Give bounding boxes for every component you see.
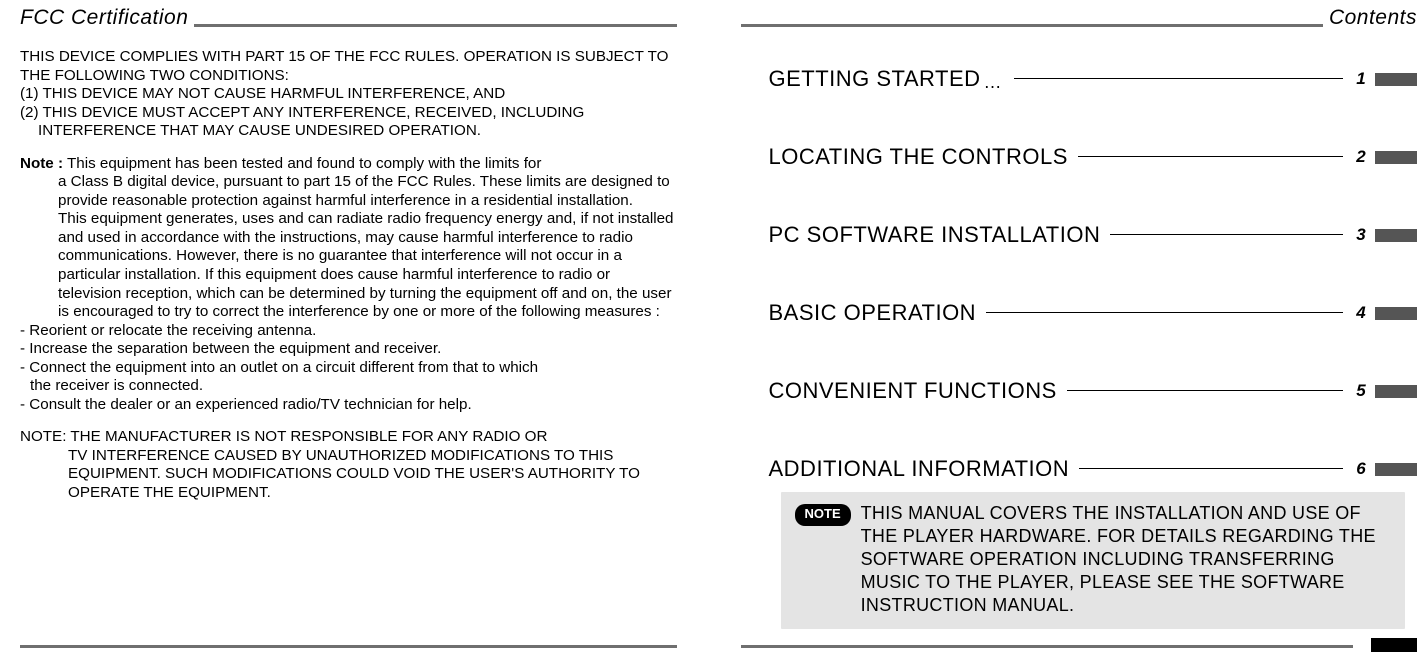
toc-tab-icon: [1375, 229, 1417, 242]
toc-right-group: 3: [1351, 225, 1417, 245]
fcc-note-line1: This equipment has been tested and found…: [67, 155, 541, 172]
toc-tab-icon: [1375, 385, 1417, 398]
note-text: THIS MANUAL COVERS THE INSTALLATION AND …: [861, 502, 1391, 617]
toc-title: BASIC OPERATION: [769, 300, 977, 326]
note-pill: NOTE: [795, 504, 851, 526]
fcc-note-p1-rest: a Class B digital device, pursuant to pa…: [20, 173, 677, 210]
fcc-note-block: Note : This equipment has been tested an…: [20, 155, 677, 322]
toc-right-group: 6: [1351, 459, 1417, 479]
toc-leader-line: [986, 312, 1343, 313]
toc-tab-icon: [1375, 463, 1417, 476]
toc-dots-icon: …: [984, 72, 1004, 93]
left-title-row: FCC Certification: [20, 2, 677, 30]
toc-leader-line: [1078, 156, 1343, 157]
toc-leader-line: [1110, 234, 1343, 235]
toc-right-group: 2: [1351, 147, 1417, 167]
fcc-measure-1: - Reorient or relocate the receiving ant…: [20, 322, 677, 341]
fcc-final-rest: TV INTERFERENCE CAUSED BY UNAUTHORIZED M…: [20, 447, 677, 503]
fcc-note-label: Note :: [20, 155, 63, 172]
toc-leader-line: [1014, 78, 1343, 79]
corner-tab-icon: [1371, 638, 1417, 652]
toc-row-convenient-functions: CONVENIENT FUNCTIONS 5: [769, 378, 1417, 404]
left-body: THIS DEVICE COMPLIES WITH PART 15 OF THE…: [20, 48, 677, 503]
toc-title: LOCATING THE CONTROLS: [769, 144, 1068, 170]
fcc-measure-4: - Consult the dealer or an experienced r…: [20, 396, 677, 415]
toc-leader-line: [1079, 468, 1343, 469]
toc-page-number: 6: [1351, 459, 1371, 479]
toc-title: ADDITIONAL INFORMATION: [769, 456, 1070, 482]
fcc-final-line1: THE MANUFACTURER IS NOT RESPONSIBLE FOR …: [70, 428, 547, 445]
toc-right-group: 4: [1351, 303, 1417, 323]
fcc-condition-2b: INTERFERENCE THAT MAY CAUSE UNDESIRED OP…: [20, 122, 677, 141]
fcc-intro: THIS DEVICE COMPLIES WITH PART 15 OF THE…: [20, 48, 677, 85]
fcc-measures-list: - Reorient or relocate the receiving ant…: [20, 322, 677, 415]
toc-title: GETTING STARTED: [769, 66, 981, 92]
left-page-title: FCC Certification: [20, 6, 188, 30]
fcc-final-note: NOTE: THE MANUFACTURER IS NOT RESPONSIBL…: [20, 428, 677, 502]
toc-page-number: 5: [1351, 381, 1371, 401]
two-page-spread: FCC Certification THIS DEVICE COMPLIES W…: [0, 0, 1417, 652]
right-page-title: Contents: [1329, 6, 1417, 30]
toc-page-number: 4: [1351, 303, 1371, 323]
contents-note-box: NOTE THIS MANUAL COVERS THE INSTALLATION…: [781, 492, 1406, 629]
fcc-measure-3b: the receiver is connected.: [20, 377, 677, 396]
toc-right-group: 5: [1351, 381, 1417, 401]
toc-title: PC SOFTWARE INSTALLATION: [769, 222, 1101, 248]
left-page: FCC Certification THIS DEVICE COMPLIES W…: [0, 0, 709, 652]
toc-row-additional-info: ADDITIONAL INFORMATION 6: [769, 456, 1417, 482]
right-title-row: Contents: [741, 2, 1417, 30]
fcc-measure-2: - Increase the separation between the eq…: [20, 340, 677, 359]
toc: GETTING STARTED … 1 LOCATING THE CONTROL…: [741, 66, 1417, 629]
toc-right-group: 1: [1351, 69, 1417, 89]
fcc-note-p2: This equipment generates, uses and can r…: [20, 210, 677, 321]
right-page: Contents GETTING STARTED … 1 LOCATING TH…: [709, 0, 1417, 652]
toc-tab-icon: [1375, 73, 1417, 86]
left-title-rule: [194, 24, 676, 27]
toc-tab-icon: [1375, 151, 1417, 164]
toc-page-number: 1: [1351, 69, 1371, 89]
toc-row-pc-software: PC SOFTWARE INSTALLATION 3: [769, 222, 1417, 248]
toc-row-basic-operation: BASIC OPERATION 4: [769, 300, 1417, 326]
toc-page-number: 2: [1351, 147, 1371, 167]
fcc-condition-2a: (2) THIS DEVICE MUST ACCEPT ANY INTERFER…: [20, 104, 677, 123]
right-title-rule: [741, 24, 1323, 27]
fcc-final-label: NOTE:: [20, 428, 66, 445]
toc-row-getting-started: GETTING STARTED … 1: [769, 66, 1417, 92]
fcc-condition-1: (1) THIS DEVICE MAY NOT CAUSE HARMFUL IN…: [20, 85, 677, 104]
right-bottom-rule: [741, 645, 1354, 648]
toc-row-locating-controls: LOCATING THE CONTROLS 2: [769, 144, 1417, 170]
toc-page-number: 3: [1351, 225, 1371, 245]
toc-leader-line: [1067, 390, 1343, 391]
toc-title: CONVENIENT FUNCTIONS: [769, 378, 1057, 404]
toc-tab-icon: [1375, 307, 1417, 320]
fcc-measure-3a: - Connect the equipment into an outlet o…: [20, 359, 677, 378]
left-bottom-rule: [20, 645, 677, 648]
